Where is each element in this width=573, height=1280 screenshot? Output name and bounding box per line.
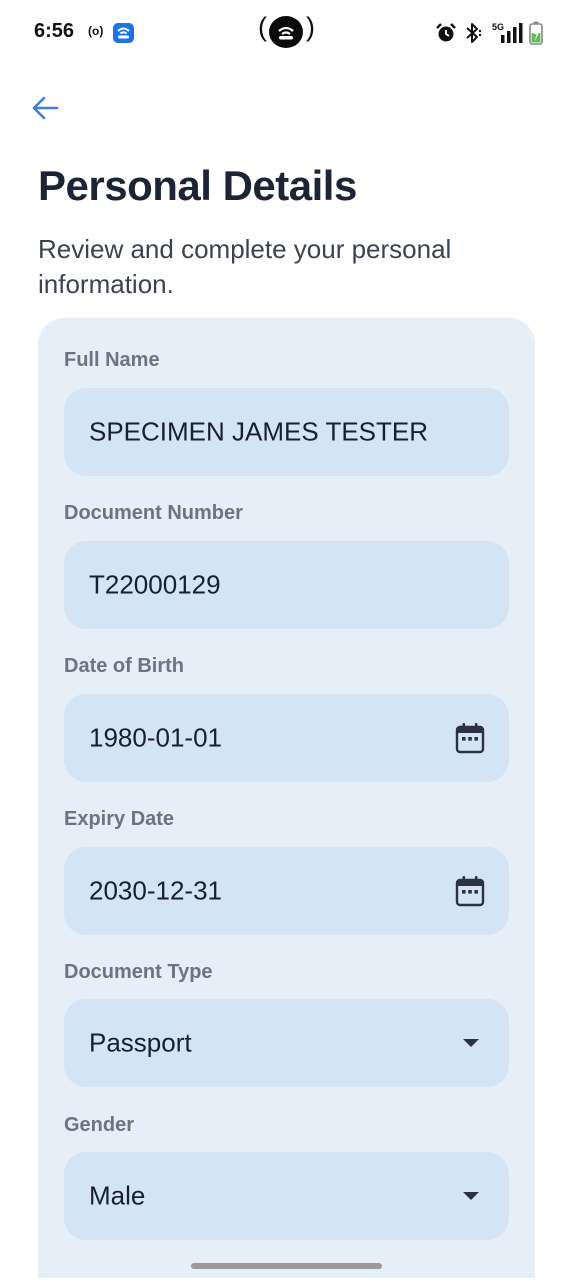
app-notification-icon: [113, 23, 134, 43]
status-icons: 5G: [435, 20, 543, 46]
form-card: Full Name SPECIMEN JAMES TESTER Document…: [38, 318, 535, 1278]
document-type-select[interactable]: Passport: [64, 999, 509, 1087]
status-time: 6:56: [34, 20, 75, 42]
arrow-left-icon: [32, 96, 59, 120]
battery-icon: [529, 21, 543, 45]
alarm-icon: [435, 22, 457, 44]
document-number-field[interactable]: T22000129: [64, 541, 509, 629]
expiry-date-label: Expiry Date: [64, 808, 175, 830]
date-of-birth-field[interactable]: 1980-01-01: [64, 694, 509, 782]
dropdown-caret-icon[interactable]: [463, 1039, 479, 1047]
camera-left-bracket: (: [258, 12, 267, 42]
signal-icon: 5G: [489, 21, 523, 45]
document-number-value: T22000129: [89, 569, 221, 600]
radio-indicator: (o): [88, 24, 104, 38]
status-bar: 6:56 (o) ( ) 5G: [0, 0, 573, 66]
gender-label: Gender: [64, 1114, 135, 1136]
home-indicator[interactable]: [191, 1263, 382, 1269]
gender-select[interactable]: Male: [64, 1152, 509, 1240]
calendar-icon[interactable]: [455, 875, 485, 907]
page-title: Personal Details: [38, 162, 357, 209]
network-type: 5G: [492, 22, 504, 32]
full-name-value: SPECIMEN JAMES TESTER: [89, 416, 429, 447]
document-type-value: Passport: [89, 1027, 192, 1058]
expiry-date-value: 2030-12-31: [89, 875, 222, 906]
gender-value: Male: [89, 1180, 146, 1211]
back-button[interactable]: [26, 90, 64, 126]
page-subtitle: Review and complete your personal inform…: [38, 234, 452, 299]
dropdown-caret-icon[interactable]: [463, 1192, 479, 1200]
camera-right-bracket: ): [306, 12, 315, 42]
camera-dot: [269, 16, 303, 48]
date-of-birth-value: 1980-01-01: [89, 722, 222, 753]
bluetooth-icon: [463, 22, 483, 44]
full-name-field[interactable]: SPECIMEN JAMES TESTER: [64, 388, 509, 476]
full-name-label: Full Name: [64, 349, 160, 371]
calendar-icon[interactable]: [455, 722, 485, 754]
document-type-label: Document Type: [64, 961, 213, 983]
camera-cutout: ( ): [258, 12, 316, 50]
date-of-birth-label: Date of Birth: [64, 655, 184, 677]
document-number-label: Document Number: [64, 502, 243, 524]
expiry-date-field[interactable]: 2030-12-31: [64, 847, 509, 935]
